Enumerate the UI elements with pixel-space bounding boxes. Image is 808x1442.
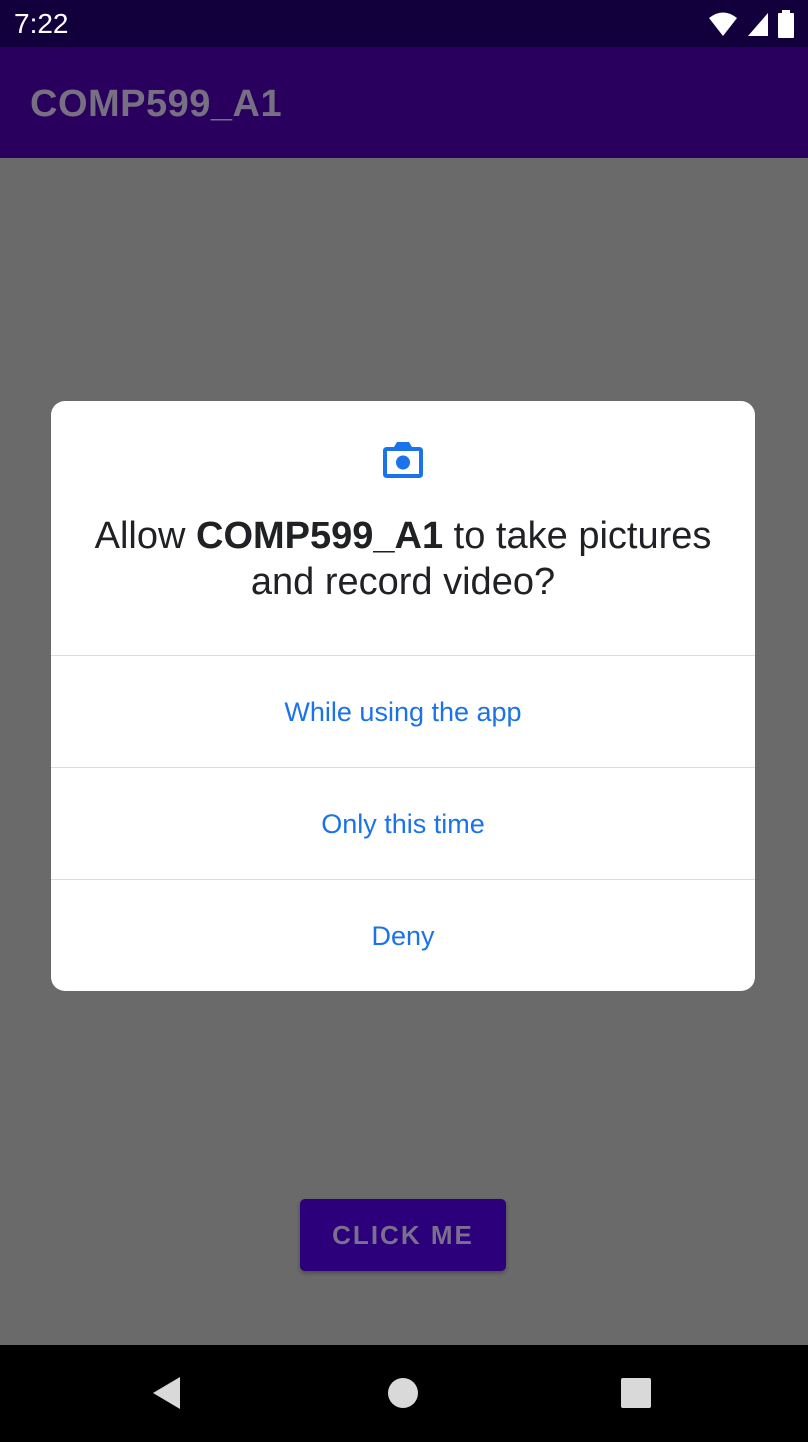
- deny-button[interactable]: Deny: [51, 879, 755, 991]
- app-bar: COMP599_A1: [0, 47, 808, 158]
- navigation-bar: [0, 1345, 808, 1442]
- home-icon[interactable]: [387, 1377, 419, 1409]
- app-title: COMP599_A1: [30, 83, 283, 125]
- wifi-icon: [709, 12, 737, 36]
- permission-message: Allow COMP599_A1 to take pictures and re…: [91, 513, 715, 605]
- permission-dialog: Allow COMP599_A1 to take pictures and re…: [51, 401, 755, 991]
- back-icon[interactable]: [150, 1375, 184, 1411]
- click-me-button[interactable]: CLICK ME: [300, 1199, 506, 1271]
- message-prefix: Allow: [94, 515, 196, 557]
- recents-icon[interactable]: [621, 1378, 651, 1408]
- camera-icon: [383, 442, 423, 478]
- cellular-signal-icon: [748, 13, 768, 36]
- status-icons: [708, 10, 794, 38]
- message-app-name: COMP599_A1: [196, 515, 444, 557]
- while-using-app-button[interactable]: While using the app: [51, 655, 755, 768]
- only-this-time-button[interactable]: Only this time: [51, 767, 755, 880]
- battery-icon: [778, 10, 794, 38]
- status-bar: 7:22: [0, 0, 808, 47]
- status-time: 7:22: [14, 8, 69, 39]
